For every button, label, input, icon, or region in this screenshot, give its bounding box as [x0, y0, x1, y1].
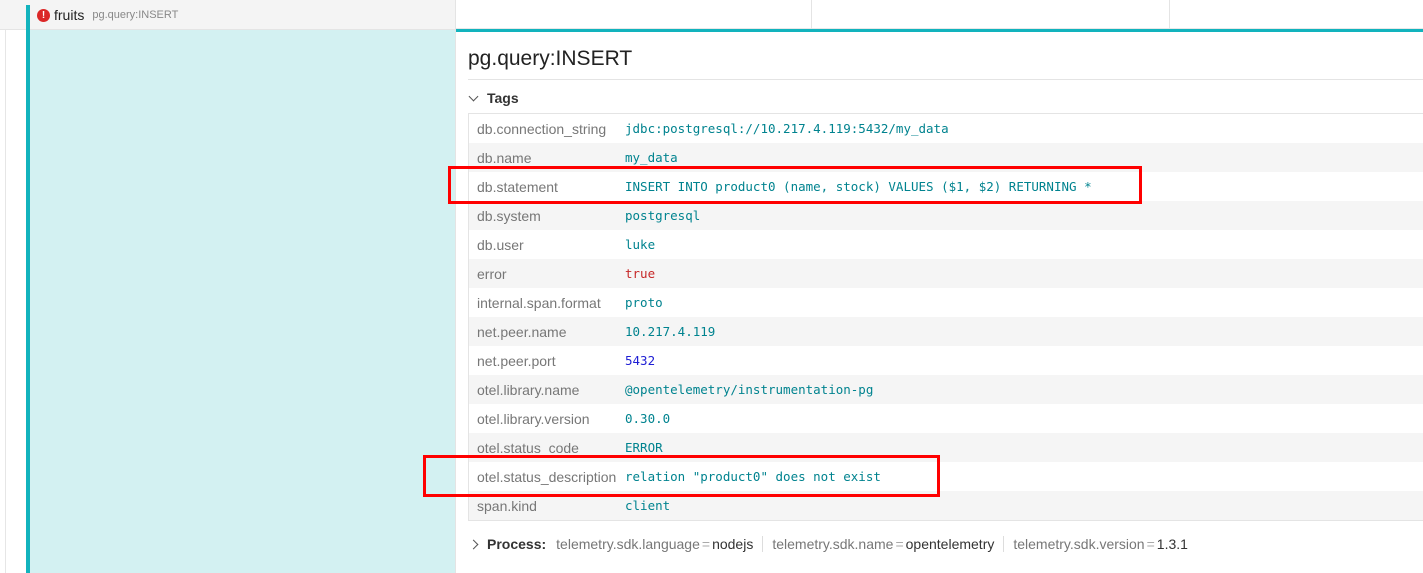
detail-accent-line	[456, 29, 1423, 32]
tag-row: otel.status_description relation "product…	[469, 462, 1423, 491]
span-name[interactable]: ! fruits pg.query:INSERT	[37, 5, 178, 25]
timeline-tick	[811, 0, 812, 29]
tag-value: INSERT INTO product0 (name, stock) VALUE…	[625, 179, 1092, 194]
detail-title: pg.query:INSERT	[468, 47, 633, 70]
process-value: 1.3.1	[1156, 536, 1188, 552]
span-tree-pane: ! fruits pg.query:INSERT	[0, 0, 455, 573]
process-toggle[interactable]: Process: telemetry.sdk.language = nodejs te…	[468, 535, 1188, 553]
equals-sign: =	[895, 536, 904, 552]
tag-value: jdbc:postgresql://10.217.4.119:5432/my_d…	[625, 121, 949, 136]
tag-value: relation "product0" does not exist	[625, 469, 881, 484]
chevron-down-icon	[468, 91, 479, 101]
tag-value: 0.30.0	[625, 411, 671, 426]
tag-value: postgresql	[625, 208, 701, 223]
tag-value: client	[625, 498, 671, 513]
tag-row: net.peer.name 10.217.4.119	[469, 317, 1423, 346]
tag-row: db.name my_data	[469, 143, 1423, 172]
tag-row: internal.span.format proto	[469, 288, 1423, 317]
chevron-right-icon	[468, 539, 479, 549]
process-label: Process:	[487, 536, 547, 552]
tag-key: db.connection_string	[477, 120, 607, 137]
process-value: opentelemetry	[905, 536, 995, 552]
process-key: telemetry.sdk.version	[1013, 536, 1145, 552]
tag-key: db.user	[477, 236, 524, 253]
tags-table: db.connection_string jdbc:postgresql://10…	[468, 113, 1423, 521]
tag-value: my_data	[625, 150, 678, 165]
process-separator	[762, 536, 764, 552]
span-detail-pane: pg.query:INSERT Tags db.connection_strin…	[455, 0, 1423, 573]
trace-view: ! fruits pg.query:INSERT pg.query:INSERT…	[0, 0, 1423, 573]
tag-row: db.system postgresql	[469, 201, 1423, 230]
operation-name: pg.query:INSERT	[92, 9, 179, 21]
service-name: fruits	[54, 7, 85, 23]
tag-key: net.peer.name	[477, 323, 567, 340]
tag-row: otel.library.name @opentelemetry/instrume…	[469, 375, 1423, 404]
process-item: telemetry.sdk.language = nodejs	[556, 536, 753, 552]
span-color-bar	[26, 5, 30, 573]
tag-value: 5432	[625, 353, 656, 368]
tag-row: otel.status_code ERROR	[469, 433, 1423, 462]
tag-value: ERROR	[625, 440, 663, 455]
timeline-tick	[1169, 0, 1170, 29]
tag-value: true	[625, 266, 656, 281]
tag-key: otel.status_description	[477, 468, 617, 485]
equals-sign: =	[1146, 536, 1155, 552]
tag-key: span.kind	[477, 497, 537, 514]
process-value: nodejs	[712, 536, 754, 552]
tags-label: Tags	[487, 90, 519, 106]
title-divider	[468, 79, 1423, 80]
tag-row: db.connection_string jdbc:postgresql://10…	[469, 114, 1423, 143]
equals-sign: =	[701, 536, 711, 552]
timeline-header	[456, 0, 1423, 29]
process-item: telemetry.sdk.name = opentelemetry	[772, 536, 994, 552]
tag-row: net.peer.port 5432	[469, 346, 1423, 375]
tag-value: @opentelemetry/instrumentation-pg	[625, 382, 874, 397]
tag-key: error	[477, 265, 507, 282]
error-icon: !	[37, 8, 50, 22]
process-key: telemetry.sdk.language	[556, 536, 700, 552]
process-separator	[1003, 536, 1005, 552]
tag-key: otel.status_code	[477, 439, 579, 456]
tag-value: proto	[625, 295, 663, 310]
tags-toggle[interactable]: Tags	[468, 89, 519, 107]
tag-key: db.statement	[477, 178, 558, 195]
tag-value: luke	[625, 237, 656, 252]
tag-value: 10.217.4.119	[625, 324, 716, 339]
process-item: telemetry.sdk.version = 1.3.1	[1013, 536, 1188, 552]
tag-row: span.kind client	[469, 491, 1423, 520]
tag-row: error true	[469, 259, 1423, 288]
tag-key: db.system	[477, 207, 541, 224]
tag-key: otel.library.name	[477, 381, 580, 398]
tag-key: otel.library.version	[477, 410, 590, 427]
tag-row: db.statement INSERT INTO product0 (name, …	[469, 172, 1423, 201]
tag-row: db.user luke	[469, 230, 1423, 259]
process-key: telemetry.sdk.name	[772, 536, 894, 552]
tag-key: net.peer.port	[477, 352, 556, 369]
tag-key: internal.span.format	[477, 294, 601, 311]
tree-guide-line	[5, 0, 6, 573]
tag-key: db.name	[477, 149, 532, 166]
tag-row: otel.library.version 0.30.0	[469, 404, 1423, 433]
span-detail-indicator	[30, 30, 455, 573]
